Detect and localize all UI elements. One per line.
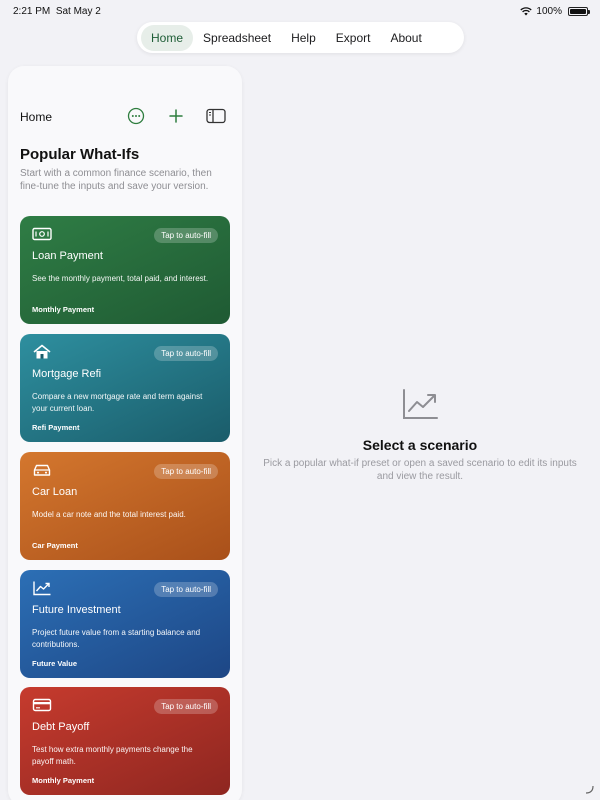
scenario-card-debt-payoff[interactable]: Tap to auto-fill Debt Payoff Test how extr…: [20, 687, 230, 795]
status-bar: 2:21 PM Sat May 2 100%: [0, 0, 600, 24]
scenario-card-loan-payment[interactable]: Tap to auto-fill Loan Payment See the mont…: [20, 216, 230, 324]
top-nav: Home Spreadsheet Help Export About: [137, 22, 464, 53]
card-footer: Future Value: [32, 659, 78, 668]
sidebar: Home Popular What-Ifs Start with a commo…: [8, 66, 242, 800]
tab-help[interactable]: Help: [281, 25, 326, 51]
money-icon: [32, 226, 52, 242]
card-description: Model a car note and the total interest …: [32, 510, 186, 519]
auto-fill-badge[interactable]: Tap to auto-fill: [154, 582, 218, 597]
card-footer: Monthly Payment: [32, 776, 95, 785]
empty-subtitle: Pick a popular what-if preset or open a …: [263, 458, 577, 482]
battery-fill: [570, 9, 586, 14]
tab-about[interactable]: About: [380, 25, 431, 51]
card-title: Future Investment: [32, 604, 121, 616]
card-title: Loan Payment: [32, 250, 103, 262]
status-clock: 2:21 PM: [13, 6, 51, 17]
battery-icon: [568, 7, 590, 16]
status-time: 2:21 PM Sat May 2: [13, 6, 101, 17]
section-subtitle: Start with a common finance scenario, th…: [20, 168, 212, 192]
chart-icon: [32, 580, 52, 596]
chart-line-icon: [403, 389, 438, 419]
sidebar-header: Home: [20, 106, 230, 128]
tab-export[interactable]: Export: [326, 25, 381, 51]
card-description: See the monthly payment, total paid, and…: [32, 274, 209, 283]
auto-fill-badge[interactable]: Tap to auto-fill: [154, 699, 218, 714]
wifi-icon: [520, 7, 533, 16]
card-title: Car Loan: [32, 486, 78, 498]
card-description: Project future value from a starting bal…: [32, 628, 201, 649]
section-title: Popular What-Ifs: [20, 146, 140, 163]
resize-grip-icon[interactable]: [584, 784, 594, 794]
auto-fill-badge[interactable]: Tap to auto-fill: [154, 228, 218, 243]
tab-spreadsheet[interactable]: Spreadsheet: [193, 25, 281, 51]
scenario-card-mortgage-refi[interactable]: Tap to auto-fill Mortgage Refi Compare a n…: [20, 334, 230, 442]
empty-state: Select a scenario Pick a popular what-if…: [258, 386, 582, 483]
auto-fill-badge[interactable]: Tap to auto-fill: [154, 464, 218, 479]
credit-card-icon: [32, 697, 52, 713]
battery-percent: 100%: [536, 6, 562, 17]
empty-title: Select a scenario: [362, 437, 478, 453]
house-icon: [32, 344, 52, 360]
add-icon[interactable]: [166, 106, 186, 126]
status-date: Sat May 2: [55, 6, 101, 17]
auto-fill-badge[interactable]: Tap to auto-fill: [154, 346, 218, 361]
scenario-card-car-loan[interactable]: Tap to auto-fill Car Loan Model a car note…: [20, 452, 230, 560]
card-title: Mortgage Refi: [32, 368, 102, 380]
sidebar-toggle-icon[interactable]: [206, 106, 226, 126]
car-icon: [32, 462, 52, 478]
more-icon[interactable]: [126, 106, 146, 126]
card-title: Debt Payoff: [32, 721, 90, 733]
card-description: Compare a new mortgage rate and term aga…: [32, 392, 203, 413]
card-footer: Monthly Payment: [32, 305, 95, 314]
card-description: Test how extra monthly payments change t…: [32, 745, 193, 766]
status-right: 100%: [520, 6, 590, 17]
card-footer: Car Payment: [32, 541, 78, 550]
card-footer: Refi Payment: [32, 423, 80, 432]
scenario-card-future-investment[interactable]: Tap to auto-fill Future Investment Project…: [20, 570, 230, 678]
tab-home[interactable]: Home: [141, 24, 194, 51]
sidebar-title: Home: [20, 110, 53, 124]
